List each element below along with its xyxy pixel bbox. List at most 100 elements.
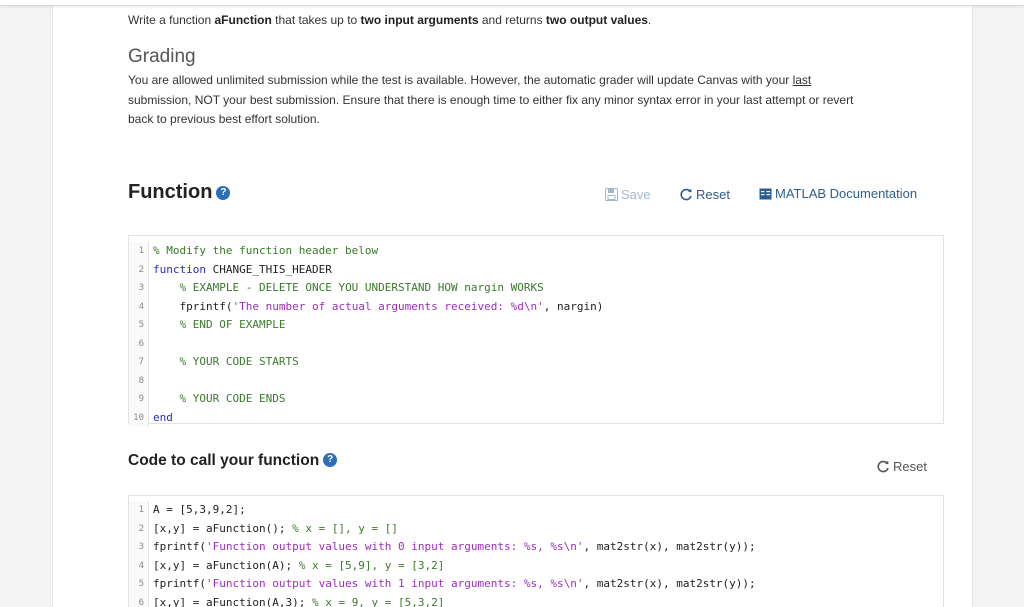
refresh-icon	[877, 460, 889, 473]
code-line[interactable]: 2 function CHANGE_THIS_HEADER	[129, 260, 943, 280]
code-token: CHANGE_THIS_HEADER	[205, 262, 332, 276]
code-text: function CHANGE_THIS_HEADER	[153, 261, 332, 280]
code-text: fprintf('Function output values with 1 i…	[153, 575, 756, 594]
code-token: [x,y] = aFunction(A);	[153, 558, 299, 572]
code-line[interactable]: 10 end	[129, 408, 943, 428]
code-token: , mat2str(x), mat2str(y));	[583, 577, 756, 590]
code-line[interactable]: 3 fprintf('Function output values with 0 …	[129, 538, 943, 557]
intro-bold-inputs: two input arguments	[360, 13, 479, 27]
code-token: % END OF EXAMPLE	[179, 318, 286, 331]
code-text: [x,y] = aFunction(); % x = [], y = []	[153, 520, 398, 539]
line-number: 3	[129, 279, 149, 298]
assignment-card: Write a function aFunction that takes up…	[52, 0, 973, 607]
code-text: [x,y] = aFunction(A,3); % x = 9, y = [5,…	[153, 594, 444, 607]
browser-top-edge	[0, 0, 1024, 6]
line-number: 7	[129, 353, 149, 372]
code-text: % Modify the function header below	[153, 242, 378, 261]
reset-call-code-button[interactable]: Reset	[877, 459, 927, 474]
code-text: fprintf('Function output values with 0 i…	[153, 538, 756, 557]
code-line[interactable]: 7 % YOUR CODE STARTS	[129, 353, 943, 372]
function-heading: Function?	[128, 181, 231, 204]
line-number: 4	[129, 556, 149, 575]
problem-statement: Write a function aFunction that takes up…	[128, 13, 651, 27]
code-token: end	[153, 410, 173, 424]
code-token: fprintf(	[153, 540, 206, 553]
code-token: 'Function output values with 1 input arg…	[205, 577, 584, 590]
code-token: % x = 9, y = [5,3,2]	[311, 595, 445, 607]
right-page-margin	[973, 0, 1024, 607]
code-token: [x,y] = aFunction(A,3);	[153, 595, 312, 607]
line-number: 6	[129, 593, 149, 607]
code-token: % Modify the function header below	[153, 244, 379, 257]
code-token: % x = [], y = []	[292, 521, 399, 535]
code-token: % x = [5,9], y = [3,2]	[298, 558, 445, 572]
line-number: 6	[129, 334, 149, 353]
code-line[interactable]: 6	[129, 334, 943, 353]
code-token: % YOUR CODE STARTS	[179, 355, 299, 368]
line-number: 1	[129, 501, 149, 520]
question-circle-icon[interactable]: ?	[323, 453, 338, 467]
code-token: 'Function output values with 0 input arg…	[205, 540, 584, 553]
code-token: % EXAMPLE - DELETE ONCE YOU UNDERSTAND H…	[179, 281, 544, 294]
code-token: function	[153, 262, 206, 276]
line-number: 1	[129, 242, 149, 261]
code-text: % EXAMPLE - DELETE ONCE YOU UNDERSTAND H…	[153, 279, 544, 298]
matlab-documentation-link[interactable]: MATLAB Documentation	[759, 186, 917, 201]
code-line[interactable]: 9 % YOUR CODE ENDS	[129, 390, 943, 409]
line-number: 5	[129, 575, 149, 594]
line-number: 5	[129, 316, 149, 335]
intro-text: that takes up to	[271, 13, 361, 27]
code-line[interactable]: 2 [x,y] = aFunction(); % x = [], y = []	[129, 519, 943, 539]
grading-description: You are allowed unlimited submission whi…	[128, 73, 854, 126]
code-token: , mat2str(x), mat2str(y));	[583, 540, 756, 553]
code-token: 'The number of actual arguments received…	[232, 299, 544, 313]
code-text: % END OF EXAMPLE	[153, 316, 286, 335]
code-line[interactable]: 4 [x,y] = aFunction(A); % x = [5,9], y = …	[129, 556, 943, 576]
code-line[interactable]: 4 fprintf('The number of actual argument…	[129, 297, 943, 317]
reset-function-button[interactable]: Reset	[680, 187, 730, 202]
code-token: A = [5,3,9,2];	[153, 503, 246, 516]
grading-last-underline: last	[792, 73, 812, 87]
question-circle-icon[interactable]: ?	[216, 186, 231, 200]
intro-text: .	[647, 13, 652, 27]
code-token: [x,y] = aFunction();	[153, 521, 293, 535]
code-line[interactable]: 5 fprintf('Function output values with 1 …	[129, 575, 943, 594]
code-token: , nargin)	[543, 299, 604, 313]
line-number: 4	[129, 297, 149, 316]
refresh-icon	[680, 188, 692, 201]
line-number: 8	[129, 371, 149, 390]
line-number: 2	[129, 260, 149, 279]
save-button[interactable]: Save	[605, 187, 651, 202]
intro-text: Write a function	[128, 13, 215, 27]
code-line[interactable]: 1 A = [5,3,9,2];	[129, 501, 943, 520]
code-line[interactable]: 5 % END OF EXAMPLE	[129, 316, 943, 335]
code-text: [x,y] = aFunction(A); % x = [5,9], y = […	[153, 557, 444, 576]
code-token: fprintf(	[153, 299, 233, 313]
code-line[interactable]: 1 % Modify the function header below	[129, 242, 943, 261]
line-number: 3	[129, 538, 149, 557]
call-code-heading: Code to call your function?	[128, 452, 338, 470]
code-token: fprintf(	[153, 577, 206, 590]
code-line[interactable]: 6 [x,y] = aFunction(A,3); % x = 9, y = [5…	[129, 593, 943, 607]
code-line[interactable]: 3 % EXAMPLE - DELETE ONCE YOU UNDERSTAND…	[129, 279, 943, 298]
function-code-editor[interactable]: 1% Modify the function header below 2 func…	[128, 235, 944, 427]
code-text: % YOUR CODE STARTS	[153, 353, 299, 372]
call-code-editor[interactable]: 1A = [5,3,9,2]; 2 [x,y] = aFunction(); % x…	[128, 495, 944, 607]
grading-heading: Grading	[128, 46, 196, 67]
code-line[interactable]: 8	[129, 371, 943, 390]
line-number: 2	[129, 519, 149, 538]
intro-bold-function: aFunction	[214, 13, 272, 27]
book-icon	[759, 188, 772, 200]
line-number: 10	[129, 408, 149, 427]
code-text: fprintf('The number of actual arguments …	[153, 298, 603, 317]
code-text: A = [5,3,9,2];	[153, 501, 246, 520]
code-text: end	[153, 409, 173, 428]
floppy-disk-icon	[605, 188, 618, 201]
intro-bold-outputs: two output values	[545, 13, 648, 27]
intro-text: and returns	[478, 13, 546, 27]
line-number: 9	[129, 390, 149, 409]
